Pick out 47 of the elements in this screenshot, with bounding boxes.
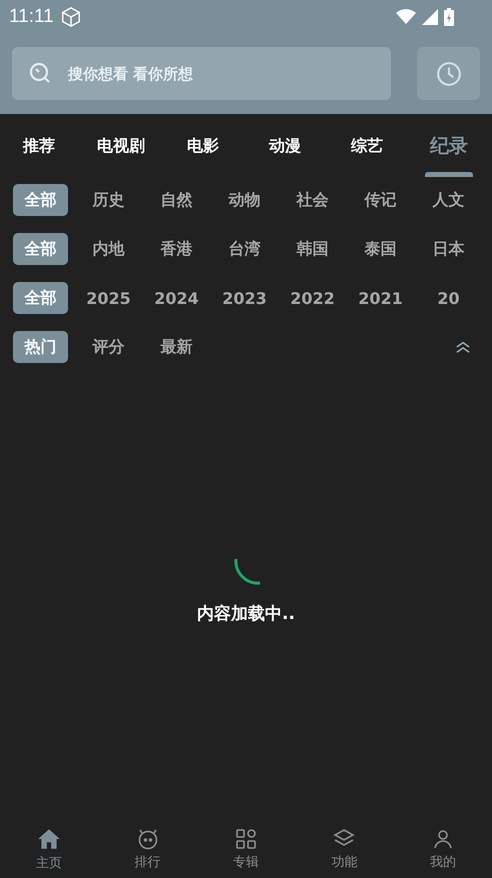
signal-icon	[422, 9, 438, 25]
filter-option[interactable]: 动物	[217, 184, 272, 216]
filter-option[interactable]: 内地	[81, 233, 136, 265]
loading-text: 内容加载中..	[197, 603, 295, 625]
filter-option[interactable]: 日本	[421, 233, 476, 265]
category-tab[interactable]: 推荐	[0, 135, 80, 177]
filter-option[interactable]: 社会	[285, 184, 340, 216]
filter-option[interactable]: 2021	[353, 282, 408, 314]
filter-option[interactable]: 全部	[13, 282, 68, 314]
filter-option[interactable]: 2024	[149, 282, 204, 314]
filter-option[interactable]: 泰国	[353, 233, 408, 265]
nav-label[interactable]: 排行	[134, 853, 161, 871]
category-tab[interactable]: 电影	[162, 135, 244, 177]
category-tab[interactable]: 电视剧	[80, 135, 162, 177]
filter-option[interactable]: 2025	[81, 282, 136, 314]
filter-option[interactable]: 传记	[353, 184, 408, 216]
filter-option[interactable]: 历史	[81, 184, 136, 216]
filter-option[interactable]: 热门	[13, 331, 68, 363]
nav-label[interactable]: 功能	[331, 853, 358, 871]
cube-icon	[60, 6, 82, 28]
filter-option[interactable]: 香港	[149, 233, 204, 265]
collapse-icon[interactable]	[454, 340, 472, 354]
clock-icon	[436, 60, 462, 86]
filter-option[interactable]: 自然	[149, 184, 204, 216]
nav-label[interactable]: 专辑	[233, 853, 260, 871]
category-tab[interactable]: 纪录	[408, 135, 490, 177]
grid-icon[interactable]	[234, 827, 258, 851]
filter-option[interactable]: 2022	[285, 282, 340, 314]
loading-spinner	[233, 556, 263, 586]
filter-option[interactable]: 韩国	[285, 233, 340, 265]
filter-option[interactable]: 全部	[13, 184, 68, 216]
filter-option[interactable]: 全部	[13, 233, 68, 265]
status-time: 11:11	[9, 6, 54, 28]
nav-label[interactable]: 我的	[430, 853, 456, 871]
search-icon	[28, 61, 52, 85]
filter-option[interactable]: 2023	[217, 282, 272, 314]
wifi-icon	[396, 9, 416, 25]
filter-option[interactable]: 人文	[421, 184, 476, 216]
battery-icon	[444, 8, 454, 26]
filter-option[interactable]: 台湾	[217, 233, 272, 265]
face-icon[interactable]	[136, 827, 160, 851]
category-tab[interactable]: 综艺	[326, 135, 408, 177]
filter-option[interactable]: 评分	[81, 331, 136, 363]
nav-label[interactable]: 主页	[36, 854, 62, 872]
category-tab[interactable]: 动漫	[244, 135, 326, 177]
filter-option[interactable]: 最新	[149, 331, 204, 363]
filter-option[interactable]: 20	[421, 282, 476, 314]
